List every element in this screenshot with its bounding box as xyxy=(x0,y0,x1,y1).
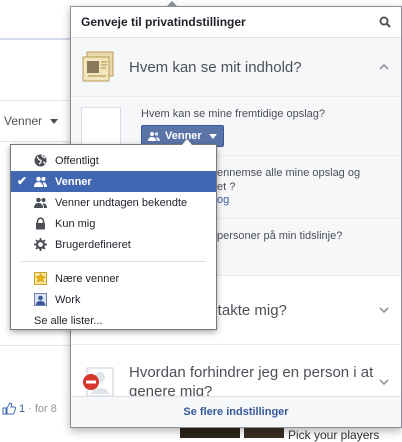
menu-item-friends-except[interactable]: Venner undtagen bekendte xyxy=(11,192,216,213)
review-posts-link[interactable]: og xyxy=(217,194,360,206)
post-audience-selector[interactable]: Venner xyxy=(4,114,59,128)
menu-item-only-me[interactable]: Kun mig xyxy=(11,213,216,234)
future-posts-question: Hvem kan se mine fremtidige opslag? xyxy=(141,108,326,120)
menu-item-label: Venner undtagen bekendte xyxy=(55,196,188,209)
globe-icon xyxy=(34,154,47,167)
photos-stack-icon xyxy=(82,51,114,82)
review-posts-question-part: ennemse alle mine opslag og xyxy=(217,167,361,179)
flyout-header: Genveje til privatindstillinger xyxy=(71,7,401,38)
friends-icon xyxy=(148,132,160,141)
promo-image-2 xyxy=(244,428,284,438)
like-row: 1 · for 8 xyxy=(2,402,57,415)
checkmark-icon: ✔ xyxy=(17,174,28,188)
promo-image xyxy=(180,428,240,438)
section-who-can-see-header[interactable]: Hvem kan se mit indhold? xyxy=(71,38,401,97)
flyout-pointer xyxy=(166,1,178,7)
lock-icon xyxy=(36,217,45,230)
menu-item-label: Offentligt xyxy=(55,154,99,167)
like-suffix: · for 8 xyxy=(28,402,57,415)
post-preview-icon xyxy=(81,107,121,147)
section-contact-title: ontakte mig? xyxy=(201,301,287,319)
thumbs-up-icon[interactable] xyxy=(2,402,16,415)
search-icon[interactable] xyxy=(379,16,391,28)
menu-item-friends[interactable]: ✔ Venner xyxy=(11,171,216,192)
menu-item-label: Se alle lister... xyxy=(34,314,103,327)
menu-item-label: Kun mig xyxy=(55,217,96,230)
chevron-up-icon[interactable] xyxy=(377,60,391,74)
page-header-border xyxy=(0,38,70,40)
menu-item-public[interactable]: Offentligt xyxy=(11,150,216,171)
timeline-people-question: personer på min tidslinje? xyxy=(217,230,343,242)
like-count[interactable]: 1 xyxy=(19,403,25,415)
chevron-down-icon[interactable] xyxy=(377,303,391,317)
review-posts-question-part2: et ? xyxy=(217,181,236,193)
gear-icon xyxy=(34,238,47,251)
flyout-title: Genveje til privatindstillinger xyxy=(81,15,246,29)
menu-item-custom[interactable]: Brugerdefineret xyxy=(11,234,216,255)
menu-divider xyxy=(21,261,206,262)
menu-item-label: Nære venner xyxy=(55,272,120,285)
menu-item-close-friends[interactable]: Nære venner xyxy=(11,268,216,289)
post-audience-label: Venner xyxy=(4,114,43,128)
menu-item-work[interactable]: Work xyxy=(11,289,216,310)
audience-menu: Offentligt ✔ Venner Venner undtagen beke… xyxy=(10,138,217,331)
feed-divider xyxy=(0,345,70,346)
caret-down-icon xyxy=(208,133,217,139)
menu-item-label: Venner xyxy=(55,175,92,188)
friends-except-icon xyxy=(34,197,47,208)
block-user-icon xyxy=(83,367,114,397)
menu-item-see-all-lists[interactable]: Se alle lister... xyxy=(11,310,216,331)
friends-icon xyxy=(34,176,47,187)
section-who-can-see-title: Hvem kan se mit indhold? xyxy=(129,58,302,76)
chevron-down-icon[interactable] xyxy=(377,375,391,389)
star-icon xyxy=(34,272,47,285)
work-icon xyxy=(34,293,47,306)
menu-item-label: Brugerdefineret xyxy=(55,238,131,251)
promo-text[interactable]: Pick your players xyxy=(288,428,379,442)
see-more-settings-link[interactable]: Se flere indstillinger xyxy=(183,406,288,418)
caret-down-icon xyxy=(50,118,59,124)
menu-pointer xyxy=(181,138,193,145)
menu-item-label: Work xyxy=(55,293,81,306)
flyout-footer: Se flere indstillinger xyxy=(71,396,401,427)
